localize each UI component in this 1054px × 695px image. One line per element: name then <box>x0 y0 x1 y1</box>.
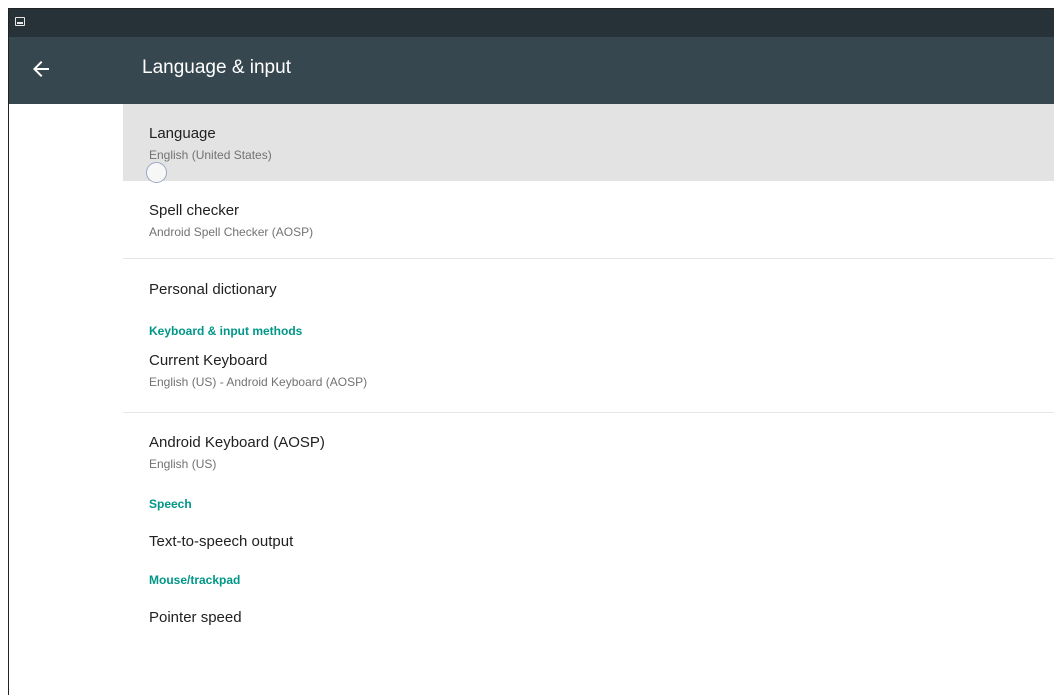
speech-section-header: Speech <box>123 497 1054 521</box>
language-item[interactable]: Language English (United States) <box>123 104 1054 183</box>
personal-dictionary-title: Personal dictionary <box>149 281 277 298</box>
android-keyboard-item[interactable]: Android Keyboard (AOSP) English (US) <box>123 413 1054 497</box>
settings-list: Language English (United States) Spell c… <box>123 104 1054 649</box>
spell-checker-title: Spell checker <box>149 202 240 219</box>
arrow-back-icon[interactable] <box>29 57 53 81</box>
keyboard-section-label: Keyboard & input methods <box>149 324 303 338</box>
tts-output-title: Text-to-speech output <box>149 533 294 550</box>
language-title: Language <box>149 125 216 142</box>
spell-checker-summary: Android Spell Checker (AOSP) <box>149 225 314 239</box>
screen: Language & input Language English (Unite… <box>8 8 1054 695</box>
mouse-section-header: Mouse/trackpad <box>123 573 1054 597</box>
touch-indicator <box>146 162 167 183</box>
personal-dictionary-item[interactable]: Personal dictionary <box>123 259 1054 319</box>
screenshot-notification-icon[interactable] <box>15 17 25 26</box>
spell-checker-item[interactable]: Spell checker Android Spell Checker (AOS… <box>123 181 1054 258</box>
language-summary: English (United States) <box>149 148 272 162</box>
current-keyboard-item[interactable]: Current Keyboard English (US) - Android … <box>123 347 1054 412</box>
current-keyboard-summary: English (US) - Android Keyboard (AOSP) <box>149 375 368 389</box>
android-keyboard-title: Android Keyboard (AOSP) <box>149 434 325 451</box>
current-keyboard-title: Current Keyboard <box>149 352 268 369</box>
mouse-section-label: Mouse/trackpad <box>149 573 241 587</box>
keyboard-section-header: Keyboard & input methods <box>123 319 1054 347</box>
tts-output-item[interactable]: Text-to-speech output <box>123 521 1054 573</box>
android-keyboard-summary: English (US) <box>149 457 217 471</box>
speech-section-label: Speech <box>149 497 192 511</box>
pointer-speed-title: Pointer speed <box>149 609 242 626</box>
app-bar: Language & input <box>9 37 1054 104</box>
pointer-speed-item[interactable]: Pointer speed <box>123 597 1054 649</box>
page-title: Language & input <box>142 57 291 78</box>
status-bar <box>9 9 1054 37</box>
